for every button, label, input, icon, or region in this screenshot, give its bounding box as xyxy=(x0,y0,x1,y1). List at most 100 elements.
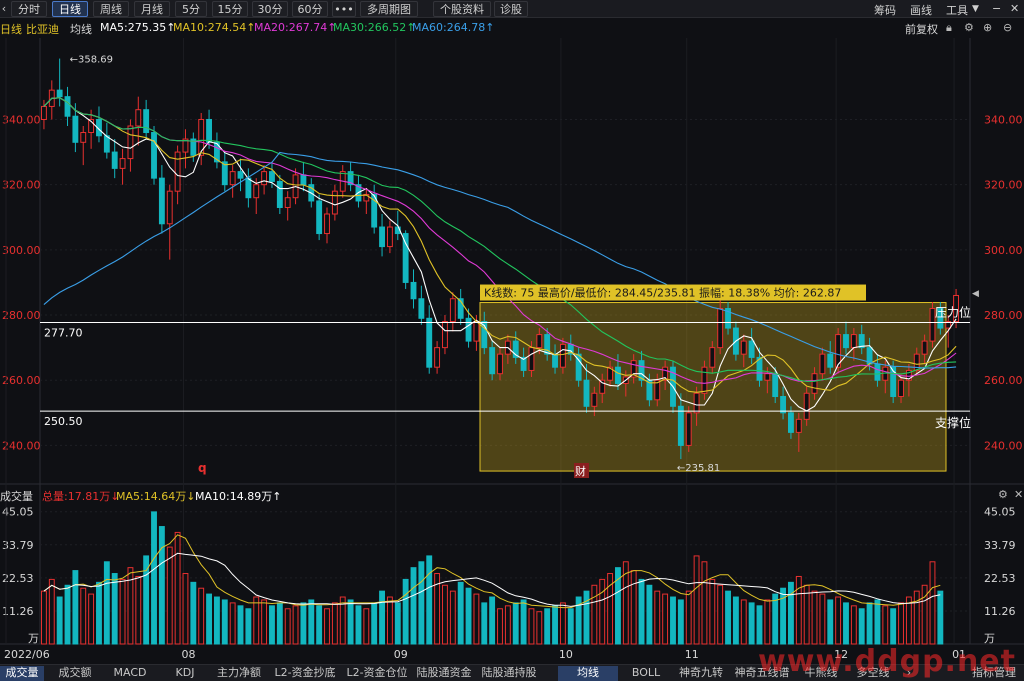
volume-bar xyxy=(261,599,268,645)
candle-body xyxy=(898,379,904,398)
volume-bar xyxy=(717,584,724,645)
tab-northbound-holding[interactable]: 陆股通持股 xyxy=(478,666,540,681)
candle-body xyxy=(166,190,173,225)
volume-bar xyxy=(300,602,307,645)
candle-body xyxy=(827,353,834,368)
candle-body xyxy=(882,366,889,381)
close-icon[interactable]: ✕ xyxy=(1014,488,1023,501)
volume-bar xyxy=(489,596,496,645)
candle-body xyxy=(921,340,928,355)
volume-total: 总量:17.81万↓ xyxy=(42,490,120,503)
volume-bar xyxy=(284,608,291,645)
volume-bar xyxy=(40,590,47,645)
candle-body xyxy=(174,151,181,192)
volume-bar xyxy=(811,590,818,645)
candle-body xyxy=(772,373,779,398)
resistance-label: 压力位 xyxy=(935,305,971,320)
current-price-arrow-icon: ◀ xyxy=(972,289,979,299)
tab-ma[interactable]: 均线 xyxy=(558,666,618,681)
volume-bar xyxy=(567,608,574,645)
price-tick-left: 300.00 xyxy=(2,244,41,257)
volume-bar xyxy=(88,593,95,645)
high-price-label: ←358.69 xyxy=(70,55,113,66)
volume-tick-left: 45.05 xyxy=(2,506,34,519)
volume-bar xyxy=(308,599,315,645)
volume-tick-right: 33.79 xyxy=(984,539,1016,552)
candle-body xyxy=(764,373,771,381)
candle-body xyxy=(237,171,244,179)
event-marker-q: q xyxy=(198,461,207,475)
volume-bar xyxy=(905,596,912,645)
price-tick-left: 240.00 xyxy=(2,439,41,452)
volume-bar xyxy=(921,584,928,645)
candle-body xyxy=(552,353,558,368)
candle-body xyxy=(850,334,857,349)
volume-bar xyxy=(80,587,87,645)
candle-body xyxy=(206,118,212,143)
tab-kdj[interactable]: KDJ xyxy=(160,666,210,681)
support-value: 250.50 xyxy=(44,415,83,428)
volume-bar xyxy=(929,561,936,645)
tab-turnover[interactable]: 成交额 xyxy=(50,666,100,681)
volume-bar xyxy=(253,596,260,645)
volume-bar xyxy=(442,584,448,645)
candle-body xyxy=(819,353,826,375)
candle-body xyxy=(693,392,700,414)
tab-northbound-funds[interactable]: 陆股通资金 xyxy=(412,666,476,681)
candle-body xyxy=(465,317,472,342)
tab-l2-bottom[interactable]: L2-资金抄底 xyxy=(270,666,340,681)
candle-body xyxy=(40,105,47,120)
volume-bar xyxy=(324,608,330,645)
volume-bar xyxy=(119,578,126,645)
kline-chart[interactable]: 340.00 340.00 320.00 320.00 300.00 300.00 280.… xyxy=(0,0,1024,681)
volume-bar xyxy=(772,593,779,645)
volume-bar xyxy=(449,590,456,645)
volume-bar xyxy=(890,608,897,645)
tab-boll[interactable]: BOLL xyxy=(624,666,668,681)
volume-bar xyxy=(347,599,354,645)
financial-report-marker: 财 xyxy=(575,464,586,478)
watermark-text: www.ddgp.net xyxy=(758,644,1016,679)
tab-main-net[interactable]: 主力净额 xyxy=(212,666,266,681)
candle-body xyxy=(386,226,393,248)
settings-icon[interactable]: ⚙ xyxy=(998,488,1008,501)
volume-bar xyxy=(371,602,378,645)
candle-body xyxy=(843,334,849,349)
volume-bar xyxy=(622,561,629,645)
volume-ma10: MA10:14.89万↑ xyxy=(195,490,282,503)
candle-body xyxy=(269,171,275,182)
candle-body xyxy=(316,200,323,235)
tab-volume[interactable]: 成交量 xyxy=(0,666,44,681)
volume-bar xyxy=(780,587,787,645)
resistance-value: 277.70 xyxy=(44,327,83,340)
volume-bar xyxy=(56,596,63,645)
volume-bar xyxy=(701,561,708,645)
candle-body xyxy=(151,132,157,179)
tab-macd[interactable]: MACD xyxy=(104,666,156,681)
volume-title[interactable]: 成交量 xyxy=(0,488,33,504)
volume-bar xyxy=(552,605,558,645)
candle-body xyxy=(528,347,535,371)
candle-body xyxy=(583,379,590,407)
candle-body xyxy=(103,135,110,153)
volume-bar xyxy=(363,608,370,645)
candle-body xyxy=(795,418,802,433)
volume-bar xyxy=(410,567,417,645)
candle-body xyxy=(740,340,747,355)
volume-tick-right: 22.53 xyxy=(984,572,1016,585)
volume-bar xyxy=(158,526,165,645)
volume-bar xyxy=(379,590,385,645)
tab-magic-nine[interactable]: 神奇九转 xyxy=(674,666,728,681)
candle-body xyxy=(80,132,87,143)
volume-bar xyxy=(827,599,834,645)
tab-l2-position[interactable]: L2-资金仓位 xyxy=(342,666,412,681)
candle-body xyxy=(685,412,692,446)
volume-bar xyxy=(418,561,425,645)
candle-body xyxy=(56,89,63,98)
volume-bar xyxy=(788,581,794,645)
volume-bar xyxy=(646,584,653,645)
price-tick-left: 320.00 xyxy=(2,179,41,192)
date-tick: 2022/06 xyxy=(4,648,50,661)
candle-body xyxy=(709,347,716,368)
candle-body xyxy=(748,340,755,358)
